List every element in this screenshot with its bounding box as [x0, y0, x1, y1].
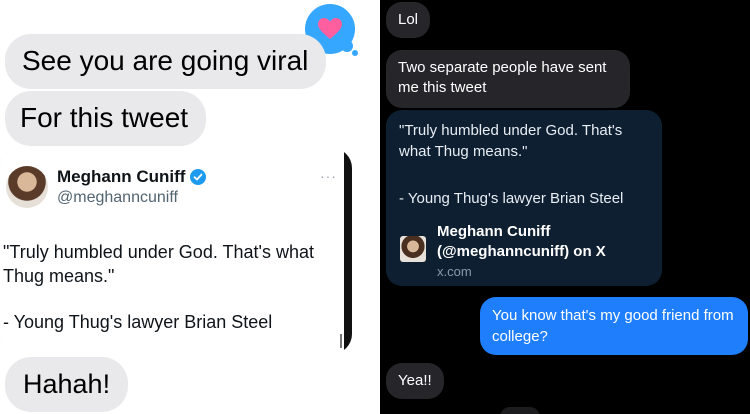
tweet-attribution: - Young Thug's lawyer Brian Steel: [3, 312, 273, 332]
link-preview-quote: "Truly humbled under God. That's what Th…: [399, 122, 623, 160]
heart-icon: [318, 18, 342, 39]
author-name: Meghann Cuniff: [57, 167, 186, 186]
scroll-indicator: [340, 334, 342, 348]
screenshot-edge: [344, 148, 352, 354]
received-message-bubble[interactable]: For this tweet: [5, 91, 207, 146]
link-preview-title: Meghann Cuniff (@meghanncuniff) on X: [437, 223, 606, 260]
message-text: For this tweet: [20, 102, 189, 133]
author-handle: @meghanncuniff: [57, 189, 178, 206]
link-preview-thumbnail: [400, 236, 426, 262]
tweet-text: "Truly humbled under God. That's what Th…: [3, 242, 314, 286]
screenshot-composite: See you are going viral For this tweet M…: [0, 0, 750, 414]
message-text: Yea!!: [398, 372, 432, 389]
received-message-bubble[interactable]: Two separate people have sent me this tw…: [386, 50, 630, 108]
sent-message-bubble[interactable]: You know that's my good friend from coll…: [480, 297, 748, 355]
received-message-bubble[interactable]: Lol: [386, 2, 431, 38]
received-message-bubble[interactable]: Hahah!: [5, 357, 129, 412]
link-preview-card[interactable]: "Truly humbled under God. That's what Th…: [386, 110, 662, 286]
message-text: Hahah!: [23, 369, 111, 399]
author-name-row: Meghann Cuniff: [57, 167, 207, 187]
author-avatar: [6, 166, 48, 208]
left-message-thread: See you are going viral For this tweet M…: [0, 0, 380, 414]
right-message-thread: Lol Two separate people have sent me thi…: [380, 0, 750, 414]
verified-badge-icon: [190, 169, 207, 185]
message-text: Two separate people have sent me this tw…: [398, 59, 607, 96]
received-message-bubble[interactable]: Yea!!: [386, 363, 444, 399]
link-preview-attribution: - Young Thug's lawyer Brian Steel: [399, 190, 624, 207]
tapback-tail-small: [352, 50, 358, 56]
more-options-icon: ···: [320, 168, 337, 184]
tapback-tail: [341, 40, 353, 52]
tweet-screenshot-attachment[interactable]: Meghann Cuniff @meghanncuniff ··· "Truly…: [0, 148, 352, 354]
link-preview-domain: x.com: [437, 264, 472, 279]
message-text: See you are going viral: [22, 45, 309, 76]
message-text: Lol: [398, 11, 419, 28]
message-text: You know that's my good friend from coll…: [492, 307, 734, 345]
partial-message-bubble: [500, 407, 540, 414]
tweet-body: Meghann Cuniff @meghanncuniff ··· "Truly…: [0, 148, 344, 354]
checkmark-icon: [194, 173, 203, 181]
received-message-bubble[interactable]: See you are going viral: [5, 34, 327, 89]
